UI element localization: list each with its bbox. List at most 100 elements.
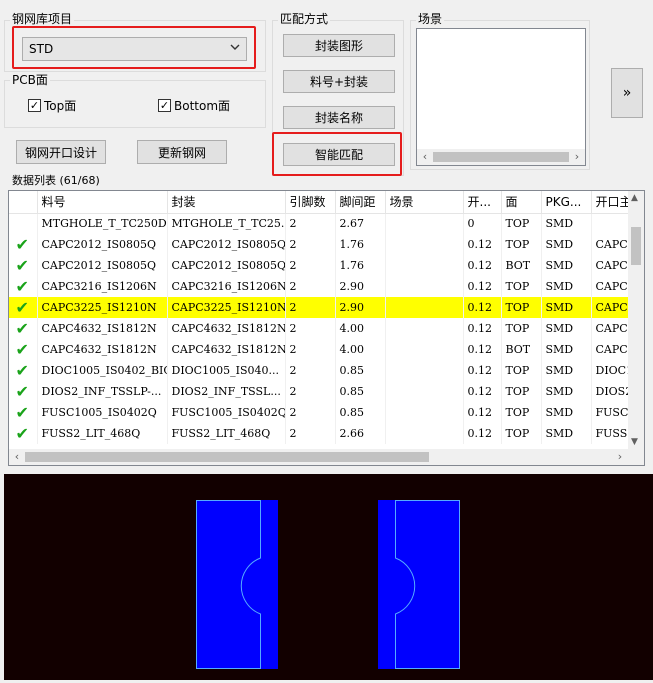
scene-list[interactable]: ‹ › <box>416 28 586 166</box>
table-row[interactable]: ✔ DIOS2_INF_TSSLP-... DIOS2_INF_TSSL... 2 0.… <box>9 381 644 402</box>
left-pad <box>196 500 278 669</box>
table-cell-pins: 2 <box>285 360 336 381</box>
update-stencil-button[interactable]: 更新钢网 <box>137 140 227 164</box>
table-hscrollbar[interactable]: ‹ › <box>9 449 644 465</box>
top-checkbox[interactable]: ✓ Top面 <box>28 97 76 114</box>
table-cell-pins: 2 <box>285 318 336 339</box>
stencil-preview <box>4 474 653 680</box>
table-cell-open: 0.12 <box>463 318 502 339</box>
lib-group-title: 钢网库项目 <box>10 12 75 26</box>
table-cell-pkgtype: SMD <box>541 402 592 423</box>
bottom-checkbox[interactable]: ✓ Bottom面 <box>158 97 230 114</box>
table-cell-scene <box>385 402 464 423</box>
data-list-title: 数据列表 (61/68) <box>10 174 102 188</box>
scene-list-hscrollbar[interactable]: ‹ › <box>417 149 585 165</box>
table-row[interactable]: ✔ CAPC2012_IS0805Q CAPC2012_IS0805Q 2 1.76 0.… <box>9 255 644 276</box>
table-cell-pitch: 0.85 <box>335 402 386 423</box>
table-cell-part: FUSC1005_IS0402Q <box>37 402 168 423</box>
table-row[interactable]: ✔ CAPC4632_IS1812N CAPC4632_IS1812N 2 4.00 0.… <box>9 318 644 339</box>
check-icon: ✔ <box>9 234 38 255</box>
column-header-side[interactable]: 面 <box>501 191 542 214</box>
table-row[interactable]: ✔ CAPC3225_IS1210N CAPC3225_IS1210N 2 2.90 0.… <box>9 297 644 318</box>
scroll-up-icon[interactable]: ▲ <box>631 193 638 203</box>
table-cell-pitch: 4.00 <box>335 318 386 339</box>
pcb-group-title: PCB面 <box>10 73 50 87</box>
table-cell-scene <box>385 234 464 255</box>
table-cell <box>9 213 38 234</box>
check-icon: ✔ <box>9 297 38 318</box>
table-vscrollbar[interactable]: ▲ ▼ <box>628 191 644 449</box>
table-cell-pitch: 2.67 <box>335 213 386 234</box>
check-icon: ✔ <box>9 276 38 297</box>
table-cell-pkgtype: SMD <box>541 255 592 276</box>
match-by-shape-button[interactable]: 封装图形 <box>283 34 395 57</box>
match-by-package-name-button[interactable]: 封装名称 <box>283 106 395 129</box>
table-cell-side: TOP <box>501 276 542 297</box>
table-cell-pkg: CAPC4632_IS1812N <box>167 339 286 360</box>
table-cell-scene <box>385 276 464 297</box>
table-cell-open: 0.12 <box>463 297 502 318</box>
check-icon: ✔ <box>9 423 38 444</box>
table-cell-scene <box>385 423 464 444</box>
table-cell-side: TOP <box>501 402 542 423</box>
table-row[interactable]: ✔ DIOC1005_IS0402_BIQ DIOC1005_IS040... 2 0.… <box>9 360 644 381</box>
scrollbar-thumb[interactable] <box>433 152 569 162</box>
scroll-down-icon[interactable]: ▼ <box>631 437 638 447</box>
table-row[interactable]: ✔ FUSS2_LIT_468Q FUSS2_LIT_468Q 2 2.66 0.12 TO… <box>9 423 644 444</box>
table-cell-part: CAPC4632_IS1812N <box>37 318 168 339</box>
table-cell-pitch: 0.85 <box>335 381 386 402</box>
table-cell-pkgtype: SMD <box>541 360 592 381</box>
column-header-pins[interactable]: 引脚数 <box>285 191 336 214</box>
scroll-right-icon[interactable]: › <box>570 150 584 163</box>
column-header-check[interactable] <box>9 191 38 214</box>
column-header-part[interactable]: 料号 <box>37 191 168 214</box>
table-cell-side: TOP <box>501 234 542 255</box>
table-cell-part: CAPC3225_IS1210N <box>37 297 168 318</box>
table-cell-pins: 2 <box>285 234 336 255</box>
scroll-left-icon[interactable]: ‹ <box>418 150 432 163</box>
table-cell-scene <box>385 297 464 318</box>
scrollbar-thumb[interactable] <box>631 227 641 265</box>
table-cell-pkg: CAPC3225_IS1210N <box>167 297 286 318</box>
table-row[interactable]: ✔ CAPC4632_IS1812N CAPC4632_IS1812N 2 4.00 0.… <box>9 339 644 360</box>
table-cell-pkg: DIOC1005_IS040... <box>167 360 286 381</box>
table-cell-pitch: 4.00 <box>335 339 386 360</box>
table-cell-part: MTGHOLE_T_TC250D... <box>37 213 168 234</box>
table-cell-open: 0.12 <box>463 234 502 255</box>
table-header: 料号 封装 引脚数 脚间距 场景 开... 面 PKG... 开口主 <box>9 191 644 214</box>
table-cell-pkg: FUSS2_LIT_468Q <box>167 423 286 444</box>
table-row[interactable]: ✔ CAPC3216_IS1206N CAPC3216_IS1206N 2 2.90 0.… <box>9 276 644 297</box>
expand-button[interactable]: » <box>611 68 643 118</box>
match-by-part-package-button[interactable]: 料号+封装 <box>283 70 395 93</box>
check-icon: ✔ <box>9 381 38 402</box>
column-header-pitch[interactable]: 脚间距 <box>335 191 386 214</box>
table-cell-pkg: MTGHOLE_T_TC25... <box>167 213 286 234</box>
check-icon: ✔ <box>9 339 38 360</box>
lib-select-highlight <box>12 26 256 69</box>
data-table[interactable]: 料号 封装 引脚数 脚间距 场景 开... 面 PKG... 开口主 MTGHO… <box>8 190 645 466</box>
table-cell-open: 0.12 <box>463 360 502 381</box>
table-cell-side: TOP <box>501 381 542 402</box>
table-cell-pins: 2 <box>285 381 336 402</box>
scroll-right-icon[interactable]: › <box>613 450 627 463</box>
table-row[interactable]: MTGHOLE_T_TC250D... MTGHOLE_T_TC25... 2 2.6… <box>9 213 644 234</box>
column-header-pkg-type[interactable]: PKG... <box>541 191 592 214</box>
table-cell-open: 0.12 <box>463 402 502 423</box>
scroll-left-icon[interactable]: ‹ <box>10 450 24 463</box>
table-cell-pitch: 1.76 <box>335 255 386 276</box>
scrollbar-thumb[interactable] <box>25 452 429 462</box>
pad-preview-canvas <box>196 500 460 669</box>
table-cell-pkg: FUSC1005_IS0402Q <box>167 402 286 423</box>
column-header-package[interactable]: 封装 <box>167 191 286 214</box>
table-cell-scene <box>385 381 464 402</box>
stencil-design-button[interactable]: 钢网开口设计 <box>16 140 106 164</box>
table-cell-scene <box>385 255 464 276</box>
table-row[interactable]: ✔ CAPC2012_IS0805Q CAPC2012_IS0805Q 2 1.76 0.… <box>9 234 644 255</box>
table-cell-open: 0 <box>463 213 502 234</box>
checkbox-check-icon: ✓ <box>28 99 41 112</box>
table-cell-open: 0.12 <box>463 381 502 402</box>
column-header-open[interactable]: 开... <box>463 191 502 214</box>
column-header-scene[interactable]: 场景 <box>385 191 464 214</box>
table-cell-side: TOP <box>501 423 542 444</box>
table-row[interactable]: ✔ FUSC1005_IS0402Q FUSC1005_IS0402Q 2 0.85 0.… <box>9 402 644 423</box>
